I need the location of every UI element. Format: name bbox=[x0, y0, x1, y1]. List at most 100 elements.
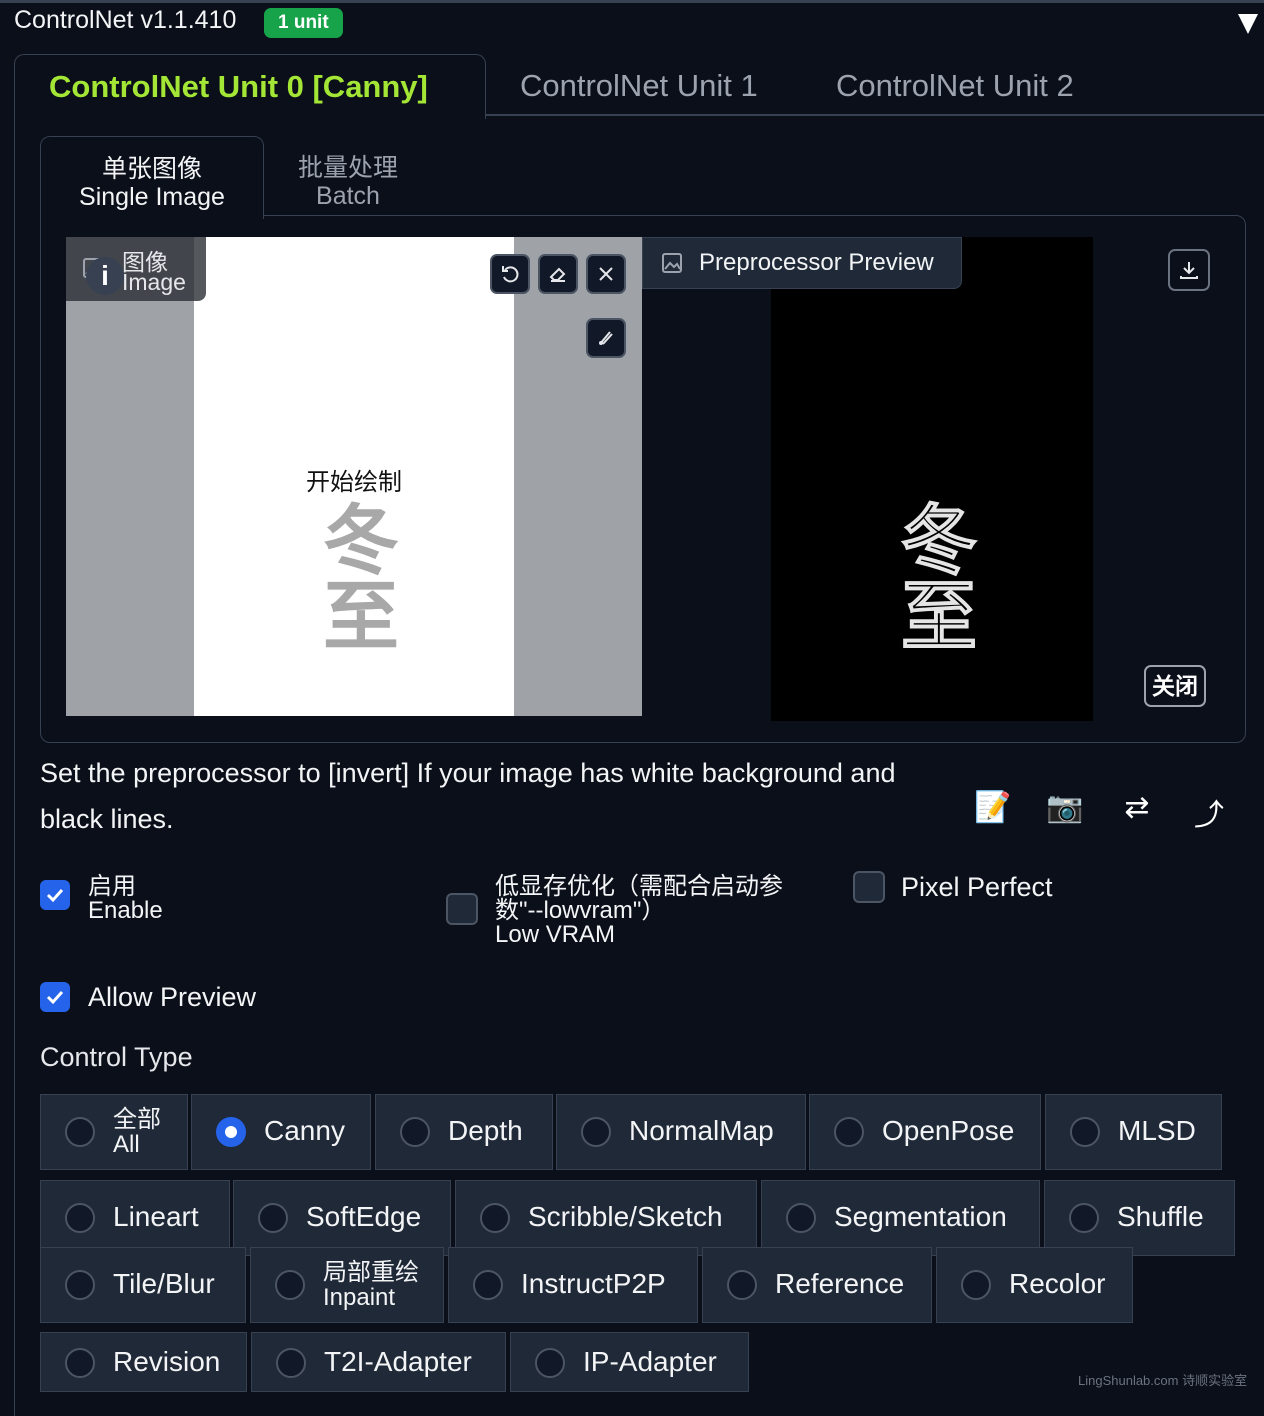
radio-icon bbox=[473, 1270, 503, 1300]
control-type-inpaint[interactable]: 局部重绘 Inpaint bbox=[250, 1247, 444, 1323]
unit-count-badge: 1 unit bbox=[264, 8, 343, 38]
checkmark-icon bbox=[46, 990, 64, 1005]
close-icon bbox=[599, 267, 613, 281]
tab-unit-1[interactable]: ControlNet Unit 1 bbox=[520, 68, 758, 104]
tab-unit-0-label: ControlNet Unit 0 [Canny] bbox=[49, 69, 428, 104]
undo-button[interactable] bbox=[490, 254, 530, 294]
radio-icon bbox=[275, 1270, 305, 1300]
control-type-reference[interactable]: Reference bbox=[702, 1247, 932, 1323]
collapse-triangle-icon[interactable] bbox=[1238, 14, 1258, 34]
control-type-softedge[interactable]: SoftEdge bbox=[233, 1180, 451, 1256]
control-type-depth[interactable]: Depth bbox=[375, 1094, 553, 1170]
control-type-tile-label: Tile/Blur bbox=[113, 1268, 215, 1299]
control-type-revision[interactable]: Revision bbox=[40, 1332, 247, 1392]
control-type-inpaint-zh: 局部重绘 bbox=[323, 1259, 419, 1286]
control-type-label: Control Type bbox=[40, 1042, 193, 1072]
low-vram-label-zh2: 数"--lowvram"） bbox=[495, 897, 666, 924]
radio-icon bbox=[65, 1203, 95, 1233]
radio-icon bbox=[480, 1203, 510, 1233]
control-type-softedge-label: SoftEdge bbox=[306, 1201, 422, 1232]
control-type-normalmap[interactable]: NormalMap bbox=[556, 1094, 806, 1170]
clear-button[interactable] bbox=[586, 254, 626, 294]
radio-icon bbox=[1069, 1203, 1099, 1233]
radio-selected-icon bbox=[216, 1117, 246, 1147]
tab-single-image-zh: 单张图像 bbox=[101, 155, 202, 183]
brush-button[interactable] bbox=[586, 318, 626, 358]
control-type-shuffle[interactable]: Shuffle bbox=[1044, 1180, 1235, 1256]
control-type-lineart[interactable]: Lineart bbox=[40, 1180, 230, 1256]
control-type-depth-label: Depth bbox=[448, 1115, 523, 1146]
tab-unit-0[interactable]: ControlNet Unit 0 [Canny] bbox=[14, 54, 486, 119]
control-type-instructp2p[interactable]: InstructP2P bbox=[448, 1247, 698, 1323]
watermark-text: LingShunlab.com 诗顺实验室 bbox=[1078, 1373, 1248, 1388]
preprocessor-hint: Set the preprocessor to [invert] If your… bbox=[40, 758, 896, 834]
control-type-scribble-label: Scribble/Sketch bbox=[528, 1201, 723, 1232]
radio-icon bbox=[535, 1348, 565, 1378]
enable-label[interactable]: 启用 Enable bbox=[88, 875, 163, 923]
control-type-instructp2p-label: InstructP2P bbox=[521, 1268, 666, 1299]
send-up-icon[interactable]: ⤴ bbox=[1184, 790, 1234, 834]
control-type-scribble[interactable]: Scribble/Sketch bbox=[455, 1180, 757, 1256]
close-preview-button[interactable]: 关闭 bbox=[1144, 665, 1206, 707]
control-type-all-en: All bbox=[113, 1131, 140, 1158]
pixel-perfect-checkbox[interactable] bbox=[853, 871, 885, 903]
control-type-openpose-label: OpenPose bbox=[882, 1115, 1015, 1146]
control-type-canny-label: Canny bbox=[264, 1115, 345, 1146]
tab-single-image-en: Single Image bbox=[79, 183, 225, 211]
radio-icon bbox=[961, 1270, 991, 1300]
control-type-t2i-adapter[interactable]: T2I-Adapter bbox=[251, 1332, 506, 1392]
tab-batch-en: Batch bbox=[316, 182, 380, 210]
control-type-reference-label: Reference bbox=[775, 1268, 905, 1299]
allow-preview-label[interactable]: Allow Preview bbox=[88, 982, 256, 1013]
brush-icon bbox=[599, 331, 613, 345]
control-type-ip-adapter[interactable]: IP-Adapter bbox=[510, 1332, 749, 1392]
control-type-tile[interactable]: Tile/Blur bbox=[40, 1247, 246, 1323]
low-vram-label[interactable]: 低显存优化（需配合启动参 数"--lowvram"） Low VRAM bbox=[495, 875, 783, 947]
control-type-segmentation[interactable]: Segmentation bbox=[761, 1180, 1040, 1256]
top-border bbox=[0, 0, 1264, 3]
control-type-mlsd[interactable]: MLSD bbox=[1045, 1094, 1222, 1170]
allow-preview-checkbox[interactable] bbox=[40, 982, 70, 1012]
control-type-inpaint-en: Inpaint bbox=[323, 1284, 396, 1311]
panel-title[interactable]: ControlNet v1.1.410 bbox=[14, 6, 236, 35]
tab-unit-2[interactable]: ControlNet Unit 2 bbox=[836, 68, 1074, 104]
low-vram-label-en: Low VRAM bbox=[495, 921, 616, 948]
control-type-all-zh: 全部 bbox=[113, 1106, 161, 1133]
control-type-openpose[interactable]: OpenPose bbox=[809, 1094, 1041, 1170]
control-type-segmentation-label: Segmentation bbox=[834, 1201, 1007, 1232]
info-icon[interactable]: i bbox=[86, 257, 124, 295]
edit-icon[interactable]: 📝 bbox=[968, 790, 1018, 825]
pixel-perfect-label[interactable]: Pixel Perfect bbox=[901, 872, 1053, 903]
swap-icon[interactable]: ⇄ bbox=[1112, 790, 1162, 825]
radio-icon bbox=[1070, 1117, 1100, 1147]
checkmark-icon bbox=[46, 888, 64, 903]
tab-batch[interactable]: 批量处理 Batch bbox=[298, 154, 398, 210]
start-drawing-text: 开始绘制 bbox=[306, 469, 402, 496]
camera-icon[interactable]: 📷 bbox=[1040, 790, 1090, 825]
radio-icon bbox=[786, 1203, 816, 1233]
eraser-icon bbox=[549, 267, 566, 282]
control-type-all[interactable]: 全部 All bbox=[40, 1094, 188, 1170]
control-type-canny[interactable]: Canny bbox=[191, 1094, 371, 1170]
low-vram-checkbox[interactable] bbox=[446, 893, 478, 925]
enable-checkbox[interactable] bbox=[40, 880, 70, 910]
control-type-recolor[interactable]: Recolor bbox=[936, 1247, 1133, 1323]
download-button[interactable] bbox=[1168, 249, 1210, 291]
control-type-t2i-adapter-label: T2I-Adapter bbox=[324, 1346, 472, 1377]
input-drawing: 冬至 bbox=[310, 500, 399, 652]
radio-icon bbox=[65, 1270, 95, 1300]
control-type-ip-adapter-label: IP-Adapter bbox=[583, 1346, 717, 1377]
eraser-button[interactable] bbox=[538, 254, 578, 294]
radio-icon bbox=[276, 1348, 306, 1378]
control-type-recolor-label: Recolor bbox=[1009, 1268, 1106, 1299]
download-icon bbox=[1180, 262, 1198, 279]
radio-icon bbox=[834, 1117, 864, 1147]
image-icon bbox=[662, 253, 682, 273]
tab-single-image[interactable]: 单张图像 Single Image bbox=[40, 136, 264, 219]
radio-icon bbox=[65, 1348, 95, 1378]
control-type-mlsd-label: MLSD bbox=[1118, 1115, 1196, 1146]
preview-label-text: Preprocessor Preview bbox=[699, 249, 934, 276]
undo-icon bbox=[502, 266, 519, 283]
low-vram-label-zh1: 低显存优化（需配合启动参 bbox=[495, 873, 783, 900]
preview-drawing: 冬至 bbox=[887, 499, 978, 653]
